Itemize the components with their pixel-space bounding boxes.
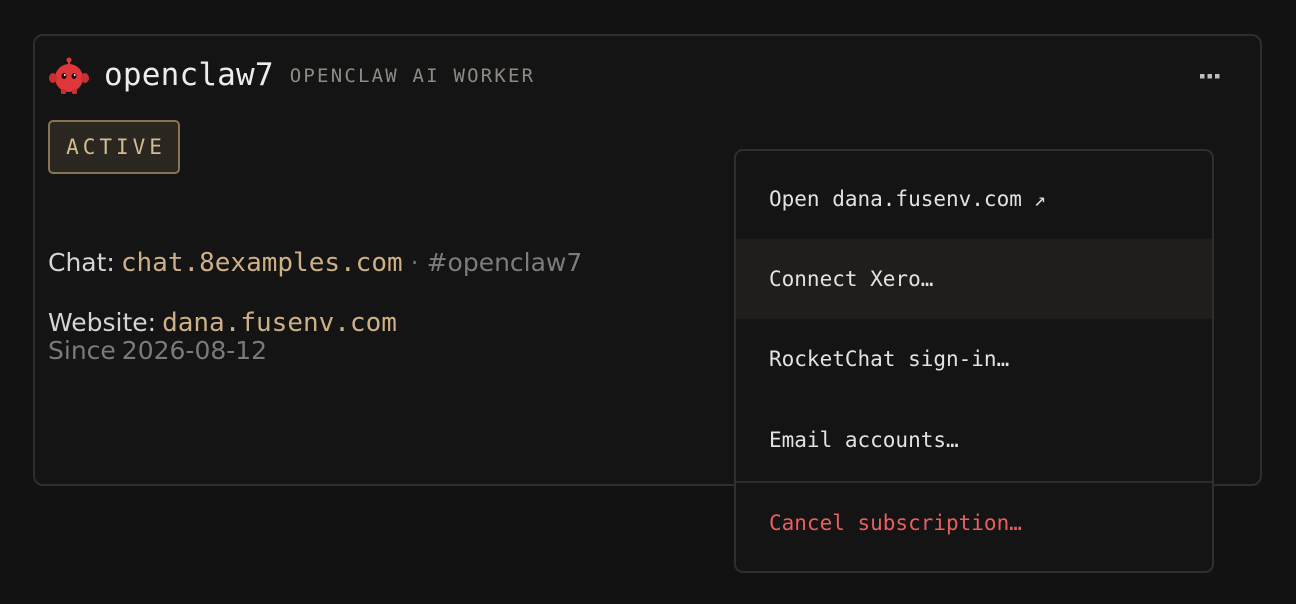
red-robot-icon <box>48 54 90 96</box>
chat-channel: #openclaw7 <box>426 248 583 277</box>
menu-item-connect-xero[interactable]: Connect Xero… <box>736 239 1212 319</box>
options-dropdown-menu: Open dana.fusenv.com ↗ Connect Xero… Roc… <box>734 149 1214 573</box>
since-value: 2026-08-12 <box>121 336 268 365</box>
menu-item-label: Open dana.fusenv.com <box>769 187 1022 211</box>
external-link-icon: ↗ <box>1033 187 1046 211</box>
worker-name: openclaw7 <box>104 57 274 93</box>
ellipsis-icon <box>1200 74 1220 79</box>
menu-item-rocketchat-sign-in[interactable]: RocketChat sign-in… <box>736 319 1212 399</box>
worker-header: openclaw7 OPENCLAW AI WORKER <box>48 50 535 100</box>
menu-item-open-website[interactable]: Open dana.fusenv.com ↗ <box>736 159 1212 239</box>
menu-item-email-accounts[interactable]: Email accounts… <box>736 400 1212 480</box>
website-link[interactable]: dana.fusenv.com <box>162 308 397 338</box>
menu-item-label: Connect Xero… <box>769 267 934 291</box>
more-options-button[interactable] <box>1196 62 1224 90</box>
menu-item-label: Email accounts… <box>769 428 959 452</box>
chat-host-link[interactable]: chat.8examples.com <box>121 248 403 278</box>
menu-item-cancel-subscription[interactable]: Cancel subscription… <box>736 483 1212 563</box>
chat-separator: · <box>410 248 419 277</box>
website-info: Website: dana.fusenv.com <box>48 308 397 338</box>
worker-type-label: OPENCLAW AI WORKER <box>289 65 536 87</box>
chat-info: Chat: chat.8examples.com · #openclaw7 <box>48 248 582 278</box>
website-label: Website: <box>48 308 157 337</box>
since-date: Since 2026-08-12 <box>48 336 273 365</box>
chat-label: Chat: <box>48 248 115 277</box>
menu-item-label: RocketChat sign-in… <box>769 347 1010 371</box>
status-badge: ACTIVE <box>48 120 180 174</box>
since-label: Since <box>48 336 116 365</box>
menu-item-label: Cancel subscription… <box>769 511 1022 535</box>
